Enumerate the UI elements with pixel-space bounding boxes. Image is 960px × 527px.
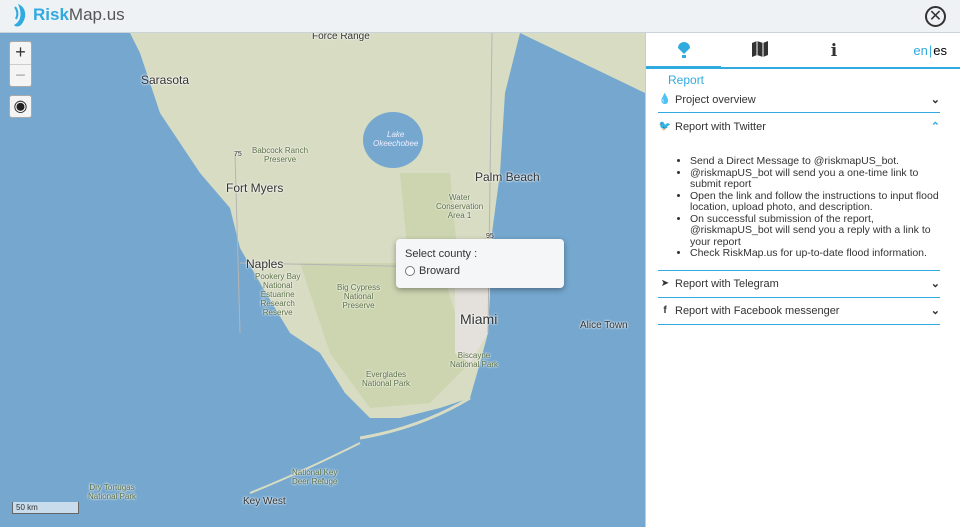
map-label: Naples — [246, 257, 284, 271]
section-telegram[interactable]: ➤ Report with Telegram ⌄ — [658, 271, 940, 298]
section-label: Report with Telegram — [675, 277, 779, 290]
zoom-in-button[interactable]: + — [10, 42, 31, 64]
county-option-broward[interactable]: Broward — [405, 265, 555, 277]
locate-icon[interactable]: ◉ — [9, 95, 32, 118]
popup-title: Select county : — [405, 248, 478, 260]
step: On successful submission of the report, … — [690, 213, 940, 249]
chevron-up-icon: ⌃ — [930, 121, 940, 133]
facebook-icon: f — [663, 305, 667, 316]
info-icon[interactable]: i — [822, 41, 846, 61]
map-label: National Key Deer Refuge — [292, 468, 338, 486]
active-tab-indicator — [646, 66, 721, 69]
lang-en[interactable]: en — [913, 43, 927, 58]
radio-button[interactable] — [405, 266, 415, 276]
telegram-icon: ➤ — [660, 278, 670, 289]
map-label: Sarasota — [141, 73, 190, 87]
option-label: Broward — [419, 265, 460, 277]
logo: RiskMap.us — [12, 3, 125, 27]
top-bar: RiskMap.us ✕ — [0, 0, 960, 33]
chevron-down-icon: ⌄ — [930, 278, 940, 290]
map[interactable]: Force Range Sarasota Babcock Ranch Prese… — [0, 33, 645, 527]
map-label: Water Conservation Area 1 — [436, 193, 484, 220]
scale-bar: 50 km — [12, 502, 79, 514]
map-label: Biscayne National Park — [450, 351, 499, 369]
section-facebook[interactable]: f Report with Facebook messenger ⌄ — [658, 298, 940, 325]
balloon-icon — [678, 42, 690, 58]
section-project-overview[interactable]: 💧 Project overview ⌄ — [658, 87, 940, 113]
map-label: Fort Myers — [226, 181, 284, 195]
section-label: Report with Twitter — [675, 120, 766, 133]
side-panel: i en|es Report 💧 Project overview ⌄ 🐦 Repor… — [645, 33, 960, 527]
map-label: Dry Tortugas National Park — [88, 483, 137, 501]
drop-icon: 💧 — [658, 94, 672, 105]
language-switch: en|es — [913, 43, 947, 58]
map-label: Alice Town — [580, 320, 628, 331]
zoom-out-button[interactable]: − — [10, 64, 31, 86]
tab-map[interactable] — [748, 41, 772, 62]
map-label: Miami — [460, 311, 498, 327]
step: Send a Direct Message to @riskmapUS_bot. — [690, 155, 940, 168]
tab-report[interactable] — [672, 41, 696, 64]
step: Check RiskMap.us for up-to-date flood in… — [690, 247, 940, 260]
chevron-down-icon: ⌄ — [930, 94, 940, 106]
logo-text: RiskMap.us — [33, 5, 125, 24]
step: Open the link and follow the instruction… — [690, 190, 940, 214]
map-label: Key West — [243, 496, 286, 507]
map-label: Everglades National Park — [362, 370, 411, 388]
lang-separator: | — [928, 43, 933, 58]
zoom-control: + − — [9, 41, 32, 87]
map-icon — [752, 41, 768, 57]
panel-tabs: i en|es — [646, 33, 960, 69]
step: @riskmapUS_bot will send you a one-time … — [690, 167, 940, 191]
logo-wave-icon — [14, 4, 26, 27]
twitter-instructions: Send a Direct Message to @riskmapUS_bot.… — [658, 140, 940, 271]
map-label: Lake Okeechobee — [373, 130, 419, 148]
section-label: Report with Facebook messenger — [675, 304, 840, 317]
map-label: Palm Beach — [475, 170, 540, 184]
report-title: Report — [668, 73, 705, 87]
twitter-icon: 🐦 — [658, 121, 672, 132]
close-icon[interactable]: ✕ — [925, 6, 946, 27]
map-label: Force Range — [312, 33, 370, 42]
highway-shield: 75 — [234, 151, 242, 158]
lang-es[interactable]: es — [933, 43, 947, 58]
county-popup: Select county : Broward — [396, 239, 564, 288]
chevron-down-icon: ⌄ — [930, 305, 940, 317]
map-label: Babcock Ranch Preserve — [252, 146, 309, 164]
map-label: Big Cypress National Preserve — [337, 283, 381, 310]
map-label: Pookery Bay National Estuarine Research … — [255, 272, 301, 317]
section-twitter[interactable]: 🐦 Report with Twitter ⌃ — [658, 113, 940, 140]
section-label: Project overview — [675, 93, 756, 106]
